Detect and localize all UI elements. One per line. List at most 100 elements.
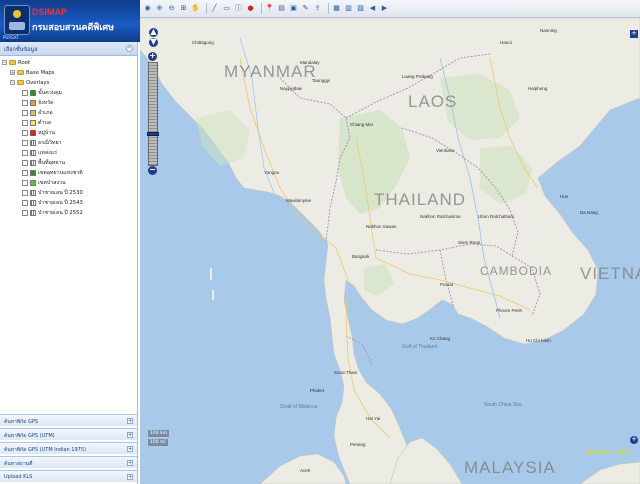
marker-icon[interactable]: 📍 — [265, 4, 274, 13]
layer-checkbox[interactable] — [22, 139, 28, 146]
layers-icon[interactable]: ▣ — [289, 4, 298, 13]
layer-item[interactable]: ขั้นควบคุม — [22, 88, 62, 97]
zoom-box-icon[interactable]: ⊞ — [179, 4, 188, 13]
next-extent-icon[interactable]: ▶ — [380, 4, 389, 13]
map-basemap — [140, 18, 640, 484]
expand-icon[interactable]: + — [127, 418, 133, 424]
accordion-search-place-label: ค้นหาสถานที่ — [4, 461, 33, 467]
brand-tagline: PURSAT — [3, 35, 19, 40]
layer-item[interactable]: ป่าชายเลน ปี 2530 — [22, 188, 83, 197]
chart-icon[interactable]: ▧ — [356, 4, 365, 13]
layer-item[interactable]: จังหวัด — [22, 98, 54, 107]
layer-swatch — [30, 119, 36, 126]
city-label: Nakhon Sawan — [366, 224, 397, 229]
layer-item[interactable]: เขตอุทยานแห่งชาติ — [22, 168, 83, 177]
accordion-gps-utm-indian-label: ค้นหาพิกัด GPS (UTM Indian 1975) — [4, 447, 86, 453]
city-label: Vientiane — [436, 148, 455, 153]
print-icon[interactable]: ▤ — [277, 4, 286, 13]
layer-item[interactable]: อำเภอ — [22, 108, 53, 117]
layer-checkbox[interactable] — [22, 129, 28, 136]
info-icon[interactable]: ⓘ — [234, 4, 243, 13]
zoom-slider[interactable] — [148, 62, 158, 166]
layer-checkbox[interactable] — [22, 89, 28, 96]
layer-checkbox[interactable] — [22, 119, 28, 126]
layer-switcher-toggle-icon[interactable]: + — [630, 436, 638, 444]
city-label: Hat Yai — [366, 416, 381, 421]
layer-item[interactable]: แหล่งแร่ — [22, 148, 57, 157]
expand-icon[interactable]: + — [127, 460, 133, 466]
zoom-in-button[interactable]: + — [148, 52, 157, 61]
layer-checkbox[interactable] — [22, 199, 28, 206]
mouse-coordinates: 101.90275, 1.38827 — [585, 450, 631, 456]
layer-checkbox[interactable] — [22, 169, 28, 176]
layer-checkbox[interactable] — [22, 109, 28, 116]
expand-base-maps-icon[interactable]: + — [10, 70, 15, 75]
tree-base-maps[interactable]: + Base Maps — [10, 68, 55, 77]
pan-north-icon[interactable]: ▲ — [149, 28, 158, 37]
map-viewport[interactable]: MYANMAR LAOS THAILAND VIETNA CAMBODIA MA… — [140, 18, 640, 484]
country-label-malaysia: MALAYSIA — [464, 458, 556, 477]
city-label: Siem Reap — [458, 240, 481, 245]
accordion-search-place[interactable]: ค้นหาสถานที่ + — [0, 456, 137, 468]
layer-item[interactable]: ป่าชายเลน ปี 2543 — [22, 198, 83, 207]
layer-item-label: จังหวัด — [38, 99, 54, 106]
city-label: Mawlamyine — [286, 198, 312, 203]
layer-item[interactable]: ธรณีวิทยา — [22, 138, 62, 147]
layer-item[interactable]: ป่าชายเลน ปี 2552 — [22, 208, 83, 217]
accordion-gps[interactable]: ค้นหาพิกัด GPS + — [0, 414, 137, 426]
layer-item-label: แหล่งแร่ — [38, 149, 57, 156]
grid-icon — [30, 189, 36, 196]
tree-overlays[interactable]: − Overlays — [10, 78, 49, 87]
layer-checkbox[interactable] — [22, 209, 28, 216]
city-label: Aceh — [300, 468, 311, 473]
layer-item-label: ตำบล — [38, 119, 52, 126]
city-label: Luang Prabang — [402, 74, 433, 79]
accordion-gps-utm[interactable]: ค้นหาพิกัด GPS (UTM) + — [0, 428, 137, 440]
grid-view-icon[interactable]: ▦ — [332, 4, 341, 13]
city-label: Chiang Mai — [350, 122, 373, 127]
app-header: DSIMAP กรมสอบสวนคดีพิเศษ PURSAT — [0, 0, 140, 42]
layer-item[interactable]: หมู่บ้าน — [22, 128, 55, 137]
layer-checkbox[interactable] — [22, 99, 28, 106]
layer-checkbox[interactable] — [22, 189, 28, 196]
pan-south-icon[interactable]: ▼ — [149, 38, 158, 47]
pan-hand-icon[interactable]: ✋ — [191, 4, 200, 13]
zoom-out-icon[interactable]: ⊖ — [167, 4, 176, 13]
layer-item[interactable]: พื้นที่อุทยาน — [22, 158, 65, 167]
accordion-gps-utm-label: ค้นหาพิกัด GPS (UTM) — [4, 433, 55, 439]
stop-icon[interactable]: ● — [246, 4, 255, 13]
accordion-gps-utm-indian[interactable]: ค้นหาพิกัด GPS (UTM Indian 1975) + — [0, 442, 137, 454]
overview-map-toggle-icon[interactable]: + — [630, 30, 638, 38]
zoom-out-button[interactable]: − — [148, 166, 157, 175]
measure-area-icon[interactable]: ▭ — [222, 4, 231, 13]
measure-line-icon[interactable]: ╱ — [210, 4, 219, 13]
collapse-panel-icon[interactable]: « — [126, 45, 133, 52]
expand-icon[interactable]: + — [127, 474, 133, 480]
tree-root[interactable]: − Root — [2, 58, 30, 67]
expand-root-icon[interactable]: − — [2, 60, 7, 65]
city-label: Da Nang — [580, 210, 598, 215]
folder-icon — [9, 60, 16, 65]
layer-checkbox[interactable] — [22, 159, 28, 166]
city-label: Yangon — [264, 170, 280, 175]
export-icon[interactable]: ⇪ — [313, 4, 322, 13]
layer-checkbox[interactable] — [22, 149, 28, 156]
zoom-in-icon[interactable]: ⊕ — [155, 4, 164, 13]
prev-extent-icon[interactable]: ◀ — [368, 4, 377, 13]
layer-item-label: อำเภอ — [38, 109, 53, 116]
city-label: Phuket — [310, 388, 325, 393]
tree-base-maps-label: Base Maps — [26, 69, 55, 76]
pan-control[interactable]: ▲ ▼ — [146, 28, 162, 48]
layer-item[interactable]: เขตป่าสงวน — [22, 178, 66, 187]
table-icon[interactable]: ▥ — [344, 4, 353, 13]
expand-icon[interactable]: + — [127, 432, 133, 438]
expand-icon[interactable]: + — [127, 446, 133, 452]
expand-overlays-icon[interactable]: − — [10, 80, 15, 85]
zoom-slider-handle[interactable] — [147, 132, 159, 136]
accordion-upload-kls[interactable]: Upload KLS + — [0, 470, 137, 482]
layer-item[interactable]: ตำบล — [22, 118, 51, 127]
layer-checkbox[interactable] — [22, 179, 28, 186]
globe-icon[interactable]: ◉ — [143, 4, 152, 13]
city-label: Bangkok — [352, 254, 370, 259]
edit-icon[interactable]: ✎ — [301, 4, 310, 13]
